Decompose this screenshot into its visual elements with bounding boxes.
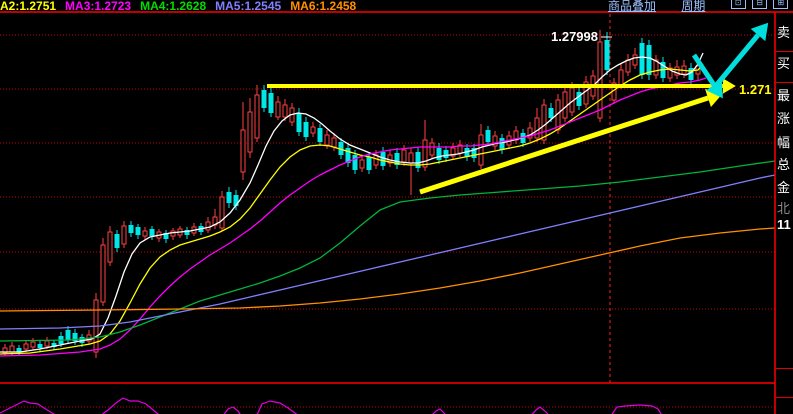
quote-row-amount: 金 (777, 180, 791, 195)
annotation-arrows (267, 22, 769, 195)
ma-legend: A2:1.2751 MA3:1.2723 MA4:1.2628 MA5:1.2545 M… (0, 0, 365, 12)
gridlines (0, 34, 775, 408)
overlay-commodity-link[interactable]: 商品叠加 (608, 0, 656, 12)
quote-row-change: 涨 (777, 111, 791, 126)
period-link[interactable]: 周期 (681, 0, 705, 12)
window-layout-1-icon[interactable]: ⊡ (730, 0, 746, 9)
candlestick-chart (0, 11, 793, 414)
ma-legend-item-4: MA4:1.2628 (140, 0, 207, 12)
toolbar: 商品叠加 周期 ⊡ ⊟ ⊞ (608, 0, 791, 12)
quote-row-high: 最 (777, 88, 791, 103)
quote-row-volume: 总 (777, 157, 791, 172)
top-bar: A2:1.2751 MA3:1.2723 MA4:1.2628 MA5:1.2545 M… (0, 0, 793, 12)
trading-chart-window: { "legend": { "items": [ {"label": "A2:1… (0, 0, 793, 414)
quote-row-range: 幅 (777, 135, 791, 150)
high-price-label: 1.27998 (551, 29, 598, 44)
ma-legend-item-5: MA5:1.2545 (215, 0, 282, 12)
quote-panel: 卖 买 最 涨 幅 总 金 北 11 (775, 13, 793, 414)
ma-legend-item-6: MA6:1.2458 (290, 0, 357, 12)
quote-row-value: 11 (777, 217, 791, 232)
window-layout-3-icon[interactable]: ⊞ (773, 0, 789, 9)
panel-separator (775, 397, 793, 398)
quote-row-sell: 卖 (777, 25, 791, 40)
panel-separator (775, 368, 793, 369)
quote-row-buy: 买 (777, 56, 791, 71)
ma-legend-item-2: A2:1.2751 (0, 0, 57, 12)
window-layout-2-icon[interactable]: ⊟ (752, 0, 768, 9)
quote-row-gray: 北 (777, 201, 791, 216)
panel-separator (775, 51, 793, 52)
level-price-label: 1.271 (739, 82, 772, 97)
ma-line-MA4 (0, 160, 776, 342)
panel-separator (775, 82, 793, 83)
ma-legend-item-3: MA3:1.2723 (65, 0, 132, 12)
sub-indicator-line (0, 397, 662, 414)
